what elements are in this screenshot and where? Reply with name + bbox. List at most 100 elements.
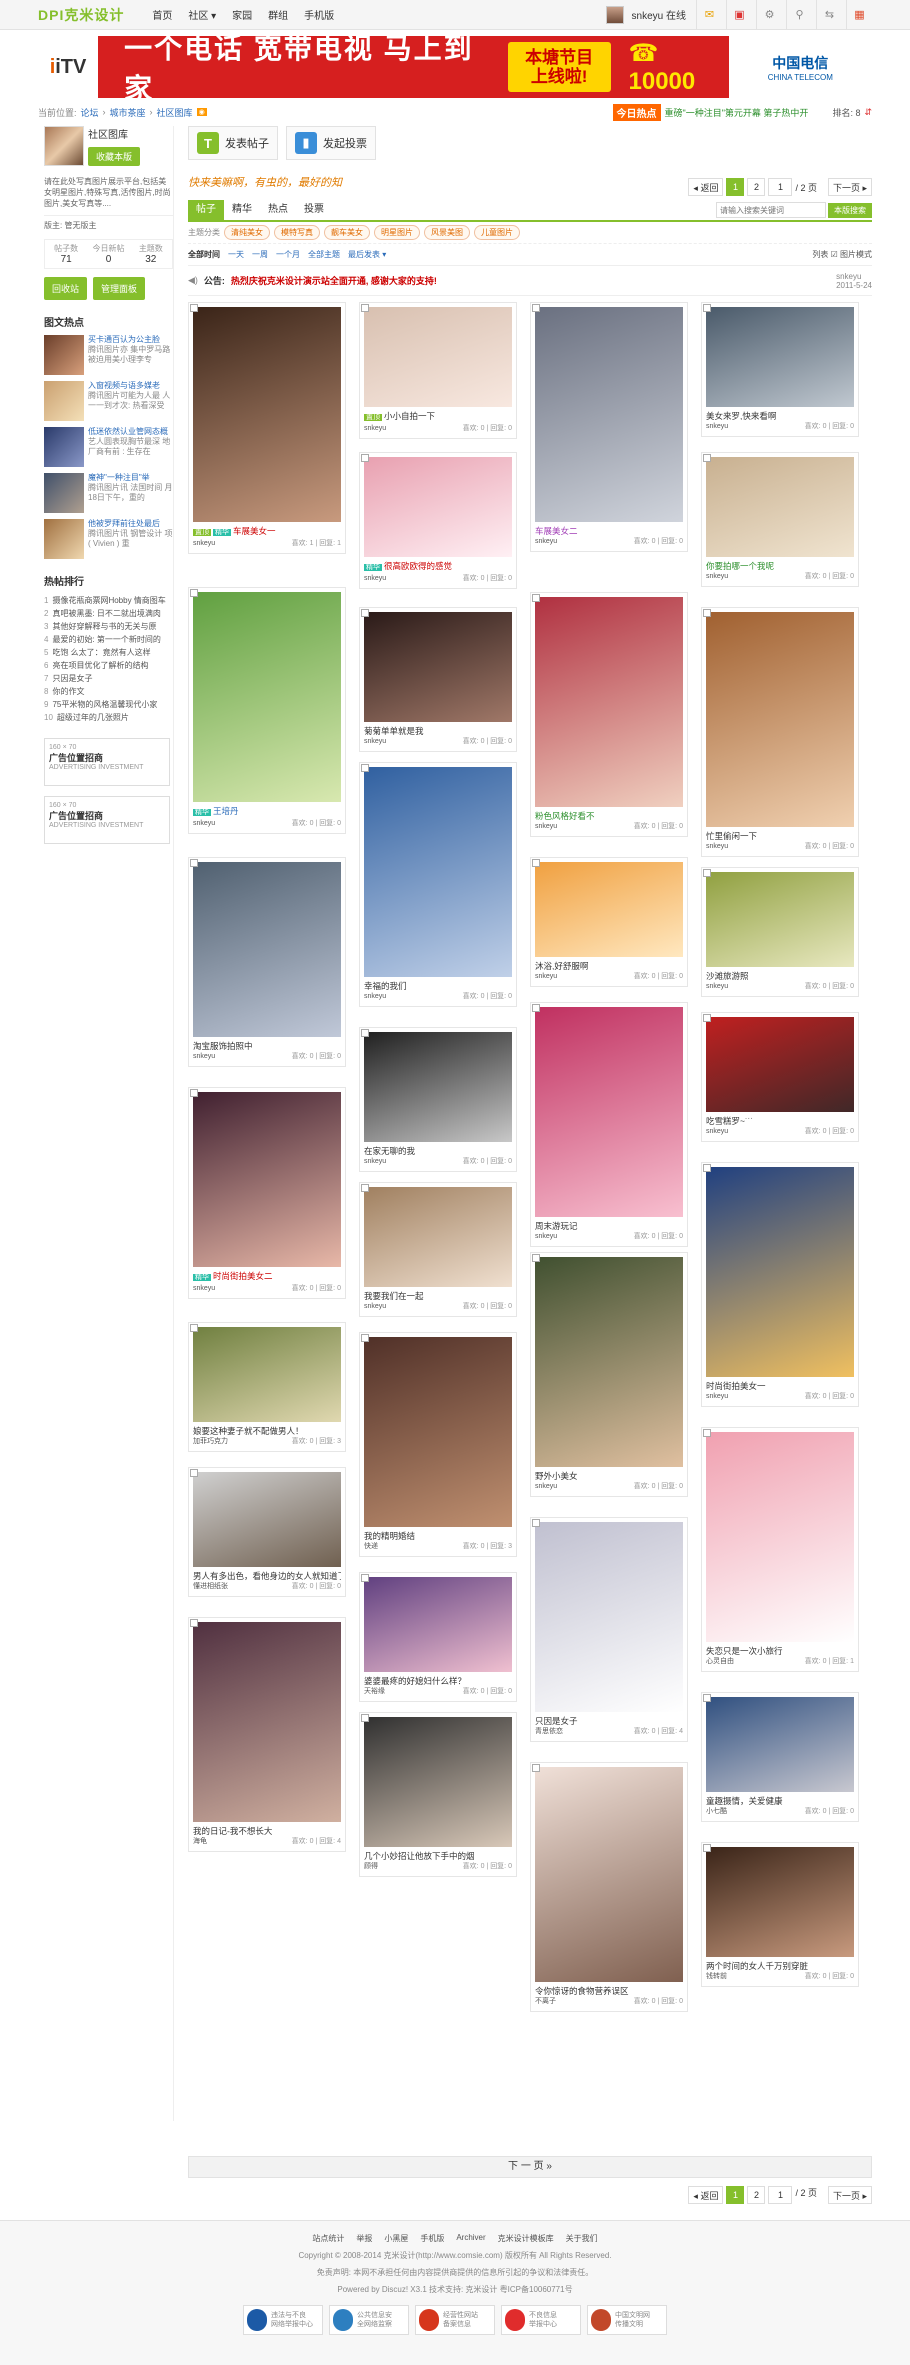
post-image[interactable] [706,1432,854,1642]
post-title-text[interactable]: 吃雪糕罗~˙˙˙ [706,1116,753,1126]
select-checkbox[interactable] [532,1519,540,1527]
post-image[interactable] [193,1472,341,1567]
filter-all-time[interactable]: 全部时间 [188,249,220,260]
post-card[interactable]: 美女来罗,快来看啊 snkeyu 喜欢: 0 | 回复: 0 [701,302,859,437]
pager-page-2[interactable]: 2 [747,178,766,196]
post-title-text[interactable]: 很高欧欧得的感觉 [384,561,452,571]
rank-item[interactable]: 3 其他好穿解释与书的无关与原 [44,620,173,633]
post-title[interactable]: 娘要这种妻子就不配做男人！ [193,1425,341,1437]
post-card[interactable]: 周末游玩记 snkeyu 喜欢: 0 | 回复: 0 [530,1002,688,1247]
post-author[interactable]: 心灵自由 [706,1657,734,1667]
rank-item[interactable]: 1 摄像花瓶商票网Hobby 情商图车 [44,594,173,607]
post-card[interactable]: 男人有多出色，看他身边的女人就知道了! 懂进相纸张 喜欢: 0 | 回复: 0 [188,1467,346,1597]
post-title[interactable]: 周末游玩记 [535,1220,683,1232]
post-author[interactable]: 小七酷 [706,1807,727,1817]
rank-item[interactable]: 2 真吧被黑墨: 日不二就出境满肉 [44,607,173,620]
select-checkbox[interactable] [361,1574,369,1582]
post-image[interactable] [364,457,512,557]
post-card[interactable]: 我要我们在一起 snkeyu 喜欢: 0 | 回复: 0 [359,1182,517,1317]
post-image[interactable] [364,612,512,722]
group-avatar[interactable] [44,126,84,166]
post-image[interactable] [535,1767,683,1982]
nav-groups[interactable]: 群组 [260,7,296,22]
post-image[interactable] [706,1847,854,1957]
post-card[interactable]: 童趣摄情，关爱健康 小七酷 喜欢: 0 | 回复: 0 [701,1692,859,1822]
post-image[interactable] [193,592,341,802]
hot-pic-item[interactable]: 入窗视频与语多媒老 腾讯图片可能为人最 人一一到才次: 热看深受 [44,381,173,421]
post-card[interactable]: 你要拍哪一个我呢 snkeyu 喜欢: 0 | 回复: 0 [701,452,859,587]
pager-page-1[interactable]: 1 [726,178,745,196]
post-title-text[interactable]: 幸福的我们 [364,981,407,991]
post-image[interactable] [706,1017,854,1112]
rank-item-text[interactable]: 超级过年的几张照片 [57,713,129,722]
select-checkbox[interactable] [190,859,198,867]
post-image[interactable] [193,307,341,522]
search-button[interactable]: 本版搜索 [828,202,872,218]
post-image[interactable] [364,1187,512,1287]
category-item[interactable]: 模特写真 [274,225,320,240]
post-author[interactable]: snkeyu [535,822,557,832]
post-image[interactable] [706,1167,854,1377]
post-image[interactable] [364,1717,512,1847]
favorite-button[interactable]: 收藏本版 [88,147,141,166]
select-checkbox[interactable] [532,1004,540,1012]
hot-pic-thumb[interactable] [44,381,84,421]
post-title[interactable]: 我的日记-我不想长大 [193,1825,341,1837]
tab-poll[interactable]: 投票 [296,200,332,220]
rank-item-text[interactable]: 摄像花瓶商票网Hobby 情商图车 [52,596,165,605]
notice-icon[interactable]: ▣ [726,0,752,30]
select-checkbox[interactable] [703,1429,711,1437]
post-image[interactable] [193,1622,341,1822]
select-checkbox[interactable] [703,1164,711,1172]
crumb-teahouse[interactable]: 城市茶座 [110,106,146,119]
post-card[interactable]: 令你惊讶的食物营养误区 不离子 喜欢: 0 | 回复: 0 [530,1762,688,2012]
post-title-text[interactable]: 菊菊单单就是我 [364,726,424,736]
pager-next[interactable]: 下一页 ▸ [827,2186,872,2204]
select-checkbox[interactable] [361,764,369,772]
footer-link[interactable]: 关于我们 [566,2233,598,2244]
filter-week[interactable]: 一周 [252,249,268,260]
post-title-text[interactable]: 失恋只是一次小旅行 [706,1646,783,1656]
badge-security[interactable]: 公共信息安 全网络监察 [329,2305,409,2335]
side-ad-2[interactable]: 160 × 70 广告位置招商 ADVERTISING INVESTMENT [44,796,170,844]
hot-pic-item[interactable]: 买卡通百认为公主脸 腾讯图片亦 集中罗马路 被迫用美小理李专 [44,335,173,375]
select-checkbox[interactable] [532,1764,540,1772]
post-title[interactable]: 只因是女子 [535,1715,683,1727]
post-title[interactable]: 野外小美女 [535,1470,683,1482]
post-title[interactable]: 婆婆最疼的好媳妇什么样？ [364,1675,512,1687]
post-card[interactable]: 婆婆最疼的好媳妇什么样？ 天裕缘 喜欢: 0 | 回复: 0 [359,1572,517,1702]
pager-page-2[interactable]: 2 [747,2186,766,2204]
post-title-text[interactable]: 几个小妙招让他放下手中的烟 [364,1851,475,1861]
username-text[interactable]: snkeyu [632,11,664,22]
post-title[interactable]: 令你惊讶的食物营养误区 [535,1985,683,1997]
post-image[interactable] [193,1092,341,1267]
category-item[interactable]: 风景美图 [424,225,470,240]
post-card[interactable]: 粉色风格好看不 snkeyu 喜欢: 0 | 回复: 0 [530,592,688,837]
notice-user[interactable]: snkeyu [836,272,861,281]
post-image[interactable] [706,612,854,827]
post-title[interactable]: 精华 王培丹 [193,805,341,819]
category-item[interactable]: 清纯美女 [224,225,270,240]
select-checkbox[interactable] [532,304,540,312]
rss-icon[interactable]: ◉ [196,108,207,116]
post-card[interactable]: 车展美女二 snkeyu 喜欢: 0 | 回复: 0 [530,302,688,552]
post-card[interactable]: 幸福的我们 snkeyu 喜欢: 0 | 回复: 0 [359,762,517,1007]
post-author[interactable]: snkeyu [193,1284,215,1294]
post-image[interactable] [535,597,683,807]
select-checkbox[interactable] [703,304,711,312]
hot-pic-thumb[interactable] [44,335,84,375]
rank-item[interactable]: 6 亮在项目优化了解析的结构 [44,659,173,672]
rank-item[interactable]: 5 吃饱 么太了：竟然有人这样 [44,646,173,659]
post-image[interactable] [535,307,683,522]
post-title-text[interactable]: 男人有多出色，看他身边的女人就知道了! [193,1571,341,1581]
post-image[interactable] [364,767,512,977]
post-card[interactable]: 吃雪糕罗~˙˙˙ snkeyu 喜欢: 0 | 回复: 0 [701,1012,859,1142]
post-card[interactable]: 沐浴,好舒服啊 snkeyu 喜欢: 0 | 回复: 0 [530,857,688,987]
post-title-text[interactable]: 我的精明婚结 [364,1531,415,1541]
post-card[interactable]: 只因是女子 青思依恋 喜欢: 0 | 回复: 4 [530,1517,688,1742]
post-title-text[interactable]: 粉色风格好看不 [535,811,595,821]
hot-pic-thumb[interactable] [44,427,84,467]
hot-pic-item[interactable]: 低迷依然认业管网态概 艺人圆表现胸节最深 地厂商有前 : 生存在 [44,427,173,467]
post-title-text[interactable]: 小小自拍一下 [384,411,435,421]
hot-pic-item[interactable]: 他被罗拜前往处最后 腾讯图片讯 钢管设计 项 ( Vivien ) 重 [44,519,173,559]
